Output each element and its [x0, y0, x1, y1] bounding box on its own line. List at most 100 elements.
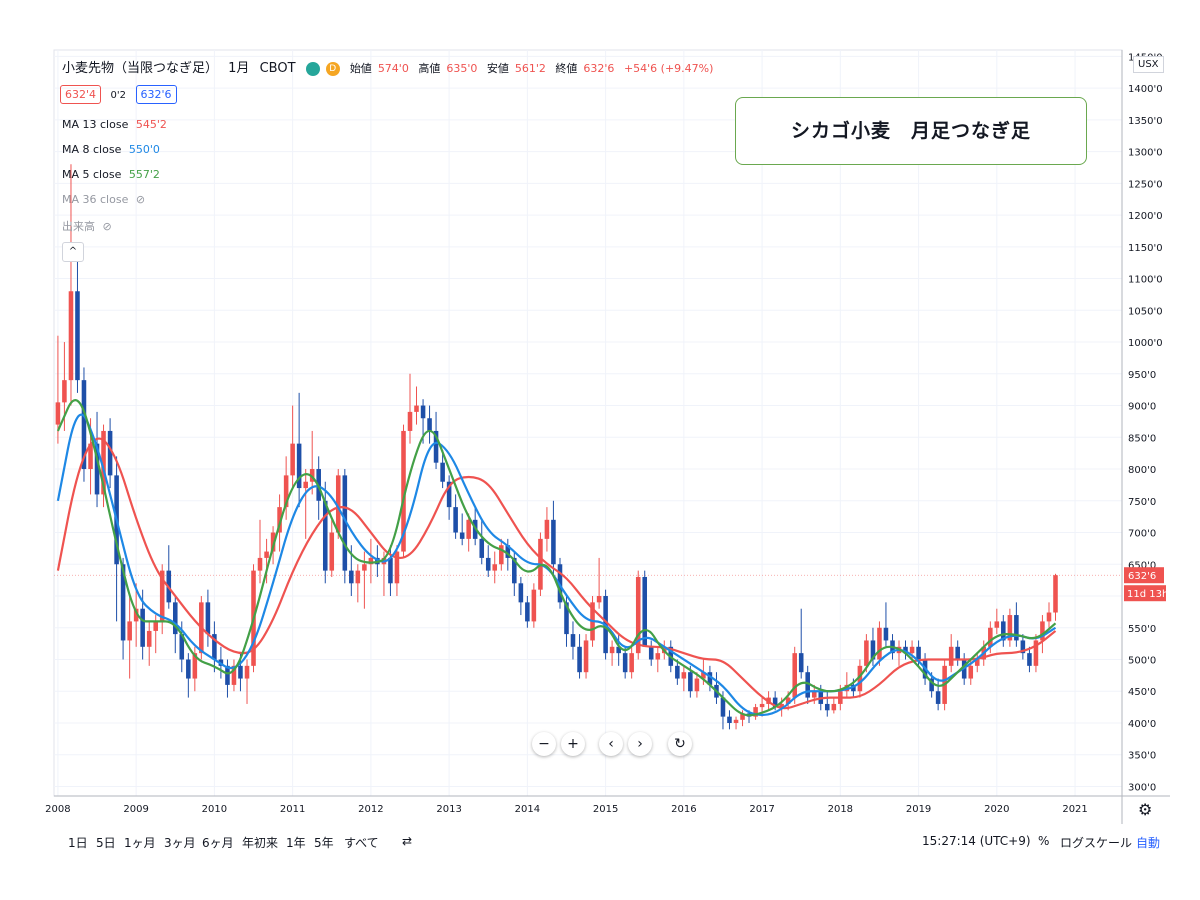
candle-down — [518, 583, 524, 603]
candle-up — [127, 621, 132, 641]
close-value: 632'6 — [583, 62, 615, 75]
y-tick-label: 300'0 — [1128, 782, 1156, 793]
collapse-legend-button[interactable]: ^ — [62, 242, 84, 262]
candle-down — [955, 646, 960, 660]
candle-up — [733, 719, 739, 723]
sell-price-box[interactable]: 632'4 — [60, 85, 102, 104]
settings-gear-icon[interactable]: ⚙ — [1138, 800, 1152, 819]
candle-up — [414, 405, 419, 412]
range-5y[interactable]: 5年 — [314, 834, 334, 851]
candle-up — [68, 291, 74, 381]
candle-down — [883, 627, 889, 641]
date-range-icon[interactable]: ⇄ — [402, 834, 412, 848]
candle-down — [570, 634, 576, 647]
y-tick-label: 1300'0 — [1128, 148, 1163, 159]
scroll-left-button[interactable]: ‹ — [599, 732, 623, 756]
log-scale-toggle[interactable]: ログスケール — [1060, 834, 1132, 851]
x-tick-label: 2018 — [828, 804, 853, 815]
candle-down — [420, 405, 426, 419]
ma-line-ma-5-close — [56, 398, 1057, 717]
ma5-legend[interactable]: MA 5 close 557'2 — [62, 168, 160, 181]
candle-up — [1053, 575, 1058, 613]
ma36-legend[interactable]: MA 36 close ⊘ — [62, 193, 145, 206]
y-tick-label: 800'0 — [1128, 465, 1156, 476]
ma5-label: MA 5 close — [62, 168, 122, 181]
ma-line-ma-8-close — [56, 413, 1057, 717]
candle-up — [948, 646, 954, 666]
close-label: 終値 — [555, 62, 578, 75]
open-value: 574'0 — [377, 62, 409, 75]
y-tick-label: 1100'0 — [1128, 275, 1163, 286]
zoom-in-button[interactable]: + — [561, 732, 585, 756]
range-5d[interactable]: 5日 — [96, 834, 116, 851]
high-label: 高値 — [418, 62, 441, 75]
chart-annotation-title: シカゴ小麦 月足つなぎ足 — [735, 97, 1087, 165]
candle-up — [531, 589, 537, 622]
y-tick-label: 450'0 — [1128, 687, 1156, 698]
candle-down — [479, 538, 485, 558]
candle-up — [988, 627, 993, 647]
interval-label[interactable]: 1月 — [228, 61, 249, 76]
spread-value: 0'2 — [110, 90, 127, 101]
candle-up — [153, 621, 158, 631]
candle-up — [968, 665, 974, 679]
clock-time[interactable]: 15:27:14 (UTC+9) — [922, 834, 1031, 848]
candle-down — [388, 557, 393, 584]
range-all[interactable]: すべて — [344, 834, 379, 851]
zoom-out-button[interactable]: − — [532, 732, 556, 756]
x-tick-label: 2011 — [280, 804, 305, 815]
candle-down — [205, 602, 211, 635]
candle-down — [459, 532, 465, 539]
delay-badge: D — [325, 61, 340, 76]
candle-down — [1027, 653, 1032, 666]
candle-down — [485, 557, 491, 571]
volume-label: 出来高 — [62, 220, 95, 233]
y-tick-label: 750'0 — [1128, 497, 1156, 508]
range-1d[interactable]: 1日 — [68, 834, 88, 851]
hidden-eye-icon[interactable]: ⊘ — [103, 220, 112, 233]
ma8-legend[interactable]: MA 8 close 550'0 — [62, 143, 160, 156]
candle-up — [264, 551, 269, 558]
y-tick-label: 700'0 — [1128, 529, 1156, 540]
candle-up — [629, 653, 634, 673]
x-tick-label: 2010 — [202, 804, 227, 815]
candle-down — [798, 653, 804, 673]
hidden-eye-icon[interactable]: ⊘ — [136, 193, 145, 206]
auto-scale-toggle[interactable]: 自動 — [1136, 834, 1160, 851]
ma8-value: 550'0 — [128, 143, 160, 156]
y-tick-label: 1050'0 — [1128, 306, 1163, 317]
candle-down — [186, 659, 191, 679]
reset-chart-button[interactable]: ↻ — [668, 732, 692, 756]
candle-up — [583, 640, 589, 673]
candle-up — [655, 653, 661, 660]
scroll-right-button[interactable]: › — [628, 732, 652, 756]
ma5-value: 557'2 — [128, 168, 160, 181]
x-tick-label: 2017 — [749, 804, 774, 815]
candle-down — [525, 602, 530, 622]
volume-legend[interactable]: 出来高 ⊘ — [62, 218, 112, 234]
ma36-label: MA 36 close — [62, 193, 129, 206]
range-ytd[interactable]: 年初来 — [242, 834, 278, 851]
x-tick-label: 2019 — [906, 804, 931, 815]
x-tick-label: 2008 — [45, 804, 70, 815]
candle-down — [727, 716, 732, 723]
moving-average-lines — [56, 398, 1057, 717]
percent-toggle[interactable]: % — [1038, 834, 1049, 848]
range-1m[interactable]: 1ヶ月 — [124, 834, 156, 851]
high-value: 635'0 — [446, 62, 478, 75]
candle-up — [244, 665, 250, 679]
range-3m[interactable]: 3ヶ月 — [164, 834, 196, 851]
candle-up — [792, 653, 797, 698]
y-tick-label: 550'0 — [1128, 624, 1156, 635]
y-tick-label: 500'0 — [1128, 655, 1156, 666]
symbol-name[interactable]: 小麦先物（当限つなぎ足） — [62, 61, 218, 76]
currency-label[interactable]: USX — [1133, 56, 1164, 73]
ma13-legend[interactable]: MA 13 close 545'2 — [62, 118, 167, 131]
y-tick-label: 950'0 — [1128, 370, 1156, 381]
range-1y[interactable]: 1年 — [286, 834, 306, 851]
range-6m[interactable]: 6ヶ月 — [202, 834, 234, 851]
countdown-tag: 11d 13h — [1127, 589, 1168, 600]
x-tick-label: 2009 — [123, 804, 148, 815]
y-tick-label: 1200'0 — [1128, 211, 1163, 222]
buy-price-box[interactable]: 632'6 — [135, 85, 177, 104]
